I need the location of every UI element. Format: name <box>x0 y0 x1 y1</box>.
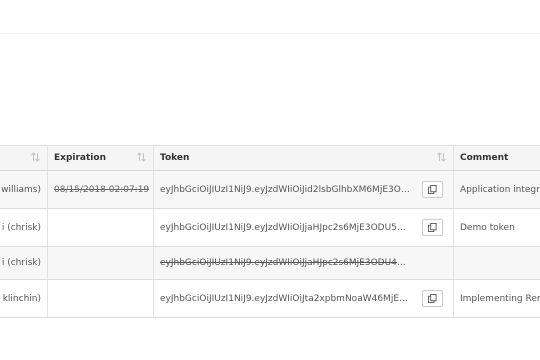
comment-text: Implementing Rem <box>460 293 540 304</box>
sort-arrows-icon[interactable] <box>437 152 446 162</box>
comment-text: Application integra <box>460 184 540 195</box>
user-cell: klinchin) <box>0 280 48 317</box>
user-cell: i (chrisk) <box>0 209 48 246</box>
tokens-table: Expiration Token Comment williams) 08/15… <box>0 145 540 318</box>
user-cell: williams) <box>0 171 48 208</box>
user-name: klinchin) <box>2 293 41 304</box>
table-row[interactable]: i (chrisk) eyJhbGciOiJIUzI1NiJ9.eyJzdWIi… <box>0 209 540 247</box>
copy-token-button[interactable] <box>422 290 443 307</box>
copy-token-button[interactable] <box>422 219 443 236</box>
top-divider <box>0 33 540 34</box>
token-cell: eyJhbGciOiJIUzI1NiJ9.eyJzdWIiOiJid2lsbGl… <box>154 171 454 208</box>
expiration-cell <box>48 280 154 317</box>
sort-arrows-icon[interactable] <box>31 152 40 162</box>
token-value[interactable]: eyJhbGciOiJIUzI1NiJ9.eyJzdWIiOiJid2lsbGl… <box>154 185 410 195</box>
token-value[interactable]: eyJhbGciOiJIUzI1NiJ9.eyJzdWIiOiJjaHJpc2s… <box>154 223 410 233</box>
column-header-comment[interactable]: Comment <box>454 146 540 170</box>
comment-cell: Demo token <box>454 209 540 246</box>
token-value-revoked: eyJhbGciOiJIUzI1NiJ9.eyJzdWIiOiJjaHJpc2s… <box>160 258 410 268</box>
table-row[interactable]: williams) 08/15/2018 02:07:19 eyJhbGciOi… <box>0 171 540 209</box>
comment-cell <box>454 247 540 279</box>
token-cell: eyJhbGciOiJIUzI1NiJ9.eyJzdWIiOiJjaHJpc2s… <box>154 209 454 246</box>
user-name: i (chrisk) <box>1 222 41 233</box>
token-cell: eyJhbGciOiJIUzI1NiJ9.eyJzdWIiOiJta2xpbmN… <box>154 280 454 317</box>
column-header-user[interactable] <box>0 146 48 170</box>
column-header-token[interactable]: Token <box>154 146 454 170</box>
column-header-label: Expiration <box>54 153 106 163</box>
table-row[interactable]: i (chrisk) eyJhbGciOiJIUzI1NiJ9.eyJzdWIi… <box>0 247 540 280</box>
expiration-date: 08/15/2018 02:07:19 <box>54 184 150 195</box>
comment-cell: Implementing Rem <box>454 280 540 317</box>
copy-icon <box>428 223 437 232</box>
copy-icon <box>428 294 437 303</box>
column-header-expiration[interactable]: Expiration <box>48 146 154 170</box>
copy-icon <box>428 185 437 194</box>
expiration-cell: 08/15/2018 02:07:19 <box>48 171 154 208</box>
copy-token-button[interactable] <box>422 181 443 198</box>
expiration-cell <box>48 209 154 246</box>
table-header: Expiration Token Comment <box>0 146 540 171</box>
column-header-label: Comment <box>460 153 509 163</box>
comment-text: Demo token <box>460 222 515 233</box>
comment-cell: Application integra <box>454 171 540 208</box>
user-name: williams) <box>1 184 41 195</box>
sort-arrows-icon[interactable] <box>137 152 146 162</box>
token-cell: eyJhbGciOiJIUzI1NiJ9.eyJzdWIiOiJjaHJpc2s… <box>154 247 454 279</box>
user-cell: i (chrisk) <box>0 247 48 279</box>
table-row[interactable]: klinchin) eyJhbGciOiJIUzI1NiJ9.eyJzdWIiO… <box>0 280 540 318</box>
column-header-label: Token <box>160 153 190 163</box>
user-name: i (chrisk) <box>1 258 41 268</box>
token-value[interactable]: eyJhbGciOiJIUzI1NiJ9.eyJzdWIiOiJta2xpbmN… <box>154 294 410 304</box>
expiration-cell <box>48 247 154 279</box>
